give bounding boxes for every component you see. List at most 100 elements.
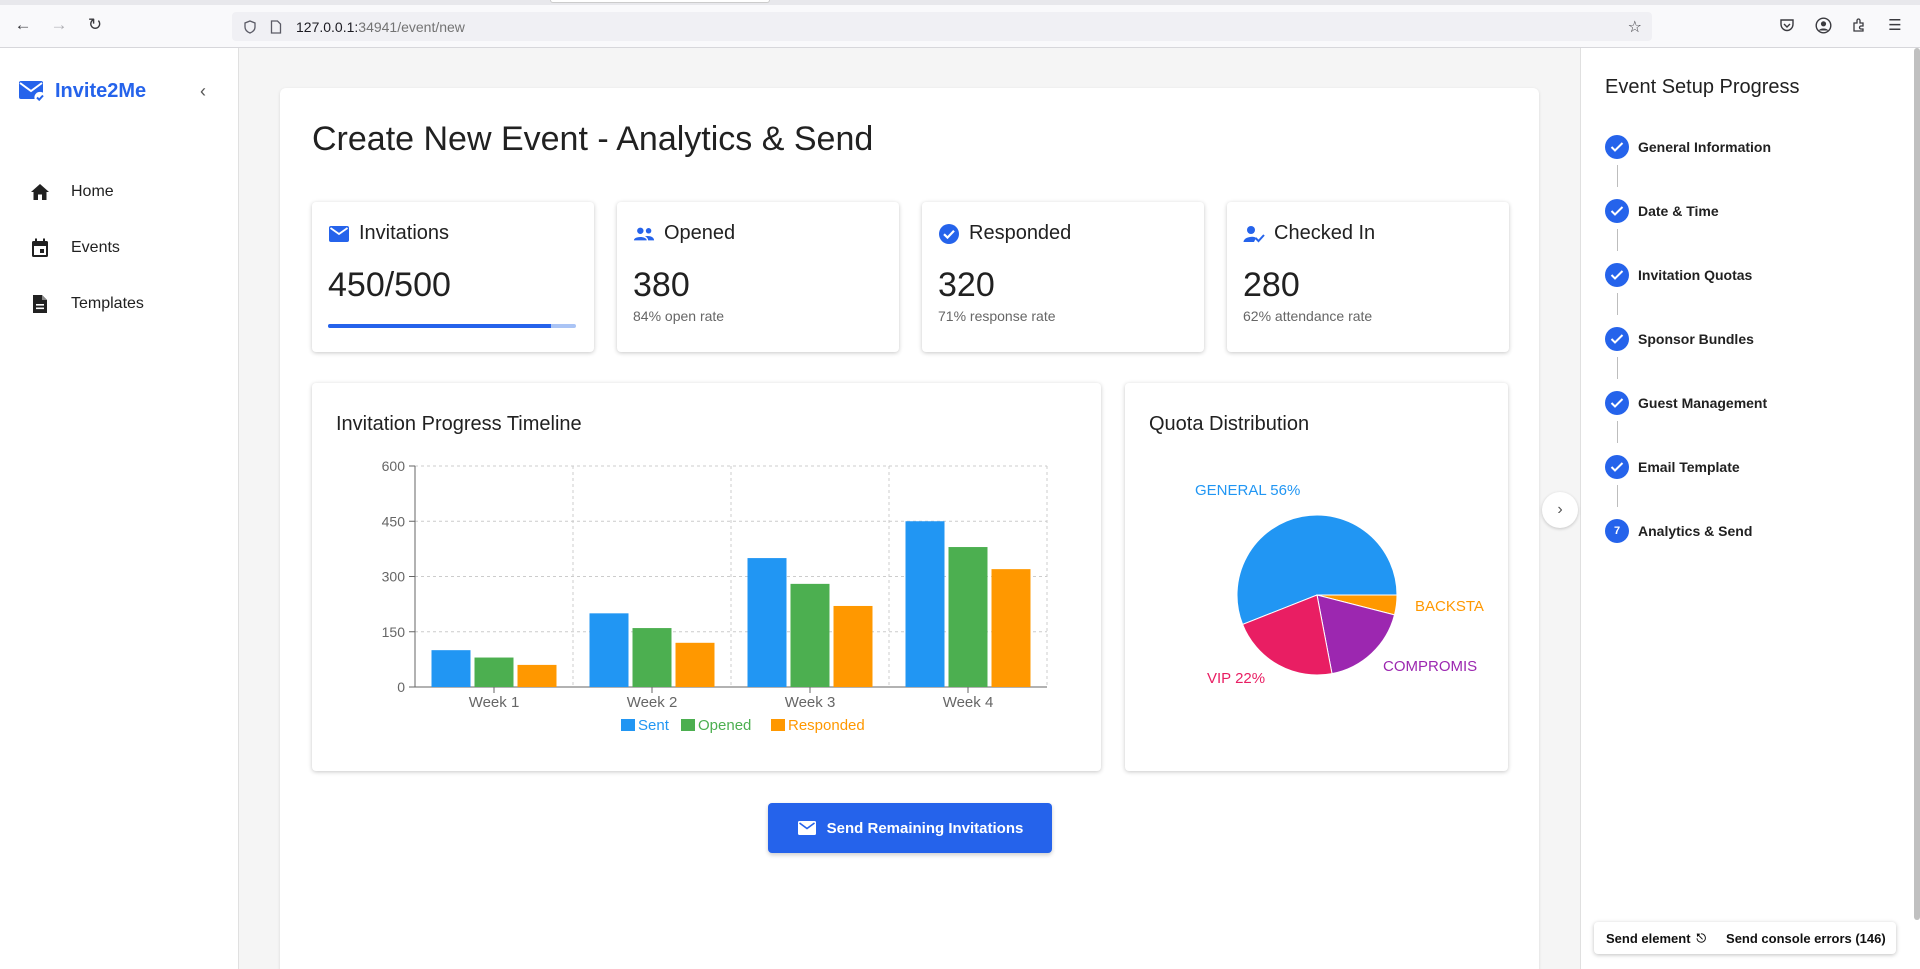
- bar-opened-week-1: [474, 657, 514, 687]
- progress-fill: [328, 324, 552, 328]
- stat-subtext: 84% open rate: [633, 308, 725, 324]
- legend-label-opened: Opened: [698, 717, 751, 734]
- back-icon[interactable]: ←: [12, 14, 34, 36]
- url-path: 34941/event/new: [358, 18, 465, 35]
- cursor-icon: ⎋: [1696, 930, 1707, 945]
- sidebar: Invite2Me ‹ Home Events Templates: [0, 48, 239, 969]
- brand[interactable]: Invite2Me: [18, 78, 146, 104]
- stat-subtext: 62% attendance rate: [1243, 308, 1373, 324]
- step-label: Email Template: [1638, 459, 1740, 475]
- bar-sent-week-1: [431, 650, 471, 687]
- step-label: Invitation Quotas: [1638, 267, 1753, 283]
- legend-label-responded: Responded: [788, 717, 865, 734]
- extensions-icon[interactable]: [1848, 14, 1870, 36]
- pie-label: GENERAL 56%: [1195, 482, 1300, 499]
- legend-swatch: [621, 719, 635, 731]
- quota-distribution-panel: Quota Distribution GENERAL 56% BACKSTA COM…: [1125, 383, 1508, 771]
- bar-sent-week-4: [905, 521, 945, 687]
- mail-check-logo-icon: [18, 78, 46, 104]
- legend-swatch: [771, 719, 785, 731]
- bar-opened-week-4: [948, 547, 988, 687]
- bar-responded-week-3: [833, 605, 873, 687]
- sidebar-item-label: Home: [71, 183, 114, 200]
- calendar-icon: [29, 237, 51, 259]
- check-icon: [1605, 391, 1629, 415]
- progress-panel-title: Event Setup Progress: [1605, 76, 1800, 98]
- step-6[interactable]: Email Template: [1605, 455, 1740, 479]
- pocket-icon[interactable]: [1776, 14, 1798, 36]
- bar-responded-week-4: [991, 569, 1031, 687]
- stat-card-opened: Opened 380 84% open rate: [617, 202, 899, 352]
- check-circle-icon: [938, 223, 960, 245]
- sidebar-item-home[interactable]: Home: [0, 168, 239, 216]
- step-2[interactable]: Date & Time: [1605, 199, 1719, 223]
- stat-title: Opened: [664, 222, 736, 244]
- step-connector: [1617, 421, 1618, 443]
- url-host: 127.0.0.1:: [296, 18, 359, 35]
- legend-label-sent: Sent: [638, 717, 670, 734]
- bar-responded-week-2: [675, 642, 715, 687]
- bar-opened-week-3: [790, 583, 830, 687]
- step-7[interactable]: 7 Analytics & Send: [1605, 519, 1752, 543]
- home-icon: [29, 181, 51, 203]
- send-button-label: Send Remaining Invitations: [826, 819, 1024, 837]
- bar-sent-week-3: [747, 558, 787, 687]
- account-icon[interactable]: [1812, 14, 1834, 36]
- document-icon: [29, 293, 51, 315]
- legend-swatch: [681, 719, 695, 731]
- pie-chart: GENERAL 56% BACKSTA COMPROMIS VIP 22%: [1195, 482, 1484, 687]
- progress-panel: [1580, 48, 1920, 969]
- step-5[interactable]: Guest Management: [1605, 391, 1767, 415]
- y-tick-label: 150: [382, 624, 406, 640]
- url-bar[interactable]: 127.0.0.1: 34941/event/new ☆: [232, 12, 1652, 41]
- person-check-icon: [1243, 223, 1265, 245]
- collapse-sidebar-icon[interactable]: ‹: [193, 78, 213, 104]
- y-tick-label: 450: [382, 513, 406, 529]
- step-label: Sponsor Bundles: [1638, 331, 1754, 347]
- bar-chart: 0 150 300 450 600 Week 1 Week 2 Week 3 Week 4 Sen…: [382, 458, 1048, 734]
- send-element-button[interactable]: Send element: [1606, 931, 1691, 946]
- star-icon[interactable]: ☆: [1628, 17, 1642, 37]
- sidebar-item-label: Templates: [71, 295, 144, 312]
- send-console-errors-button[interactable]: Send console errors (146): [1726, 931, 1886, 946]
- step-connector: [1617, 357, 1618, 379]
- step-3[interactable]: Invitation Quotas: [1605, 263, 1752, 287]
- step-label: General Information: [1638, 139, 1772, 155]
- mail-icon: [328, 223, 350, 245]
- tab-strip: [0, 0, 1920, 5]
- step-number: 7: [1605, 519, 1629, 543]
- check-icon: [1605, 327, 1629, 351]
- invitations-progress-bar: [328, 324, 576, 328]
- stat-value: 450/500: [328, 266, 451, 304]
- stat-title: Invitations: [359, 222, 450, 244]
- forward-icon[interactable]: →: [48, 14, 70, 36]
- y-tick-label: 600: [382, 458, 406, 474]
- step-1[interactable]: General Information: [1605, 135, 1771, 159]
- sidebar-item-events[interactable]: Events: [0, 224, 239, 272]
- stat-card-responded: Responded 320 71% response rate: [922, 202, 1204, 352]
- chevron-right-icon[interactable]: ›: [1542, 492, 1578, 528]
- check-icon: [1605, 199, 1629, 223]
- active-tab[interactable]: [550, 0, 770, 3]
- step-label: Date & Time: [1638, 203, 1719, 219]
- stat-subtext: 71% response rate: [938, 308, 1056, 324]
- menu-icon[interactable]: ☰: [1884, 14, 1906, 36]
- step-connector: [1617, 485, 1618, 507]
- mail-icon: [797, 818, 817, 838]
- stat-value: 320: [938, 266, 995, 304]
- y-tick-label: 0: [397, 679, 405, 695]
- sidebar-item-templates[interactable]: Templates: [0, 280, 239, 328]
- bar-opened-week-2: [632, 628, 672, 687]
- step-connector: [1617, 293, 1618, 315]
- bar-responded-week-1: [517, 664, 557, 687]
- reload-icon[interactable]: ↻: [84, 14, 106, 36]
- step-label: Analytics & Send: [1638, 523, 1753, 539]
- send-remaining-invitations-button[interactable]: Send Remaining Invitations: [768, 803, 1052, 853]
- browser-toolbar: ← → ↻ 127.0.0.1: 34941/event/new ☆ ☰: [0, 0, 1920, 48]
- x-tick-label: Week 4: [943, 694, 994, 711]
- scrollbar[interactable]: [1914, 48, 1920, 920]
- shield-icon[interactable]: [242, 19, 258, 35]
- pie-label: VIP 22%: [1207, 670, 1265, 687]
- step-4[interactable]: Sponsor Bundles: [1605, 327, 1754, 351]
- step-label: Guest Management: [1638, 395, 1768, 411]
